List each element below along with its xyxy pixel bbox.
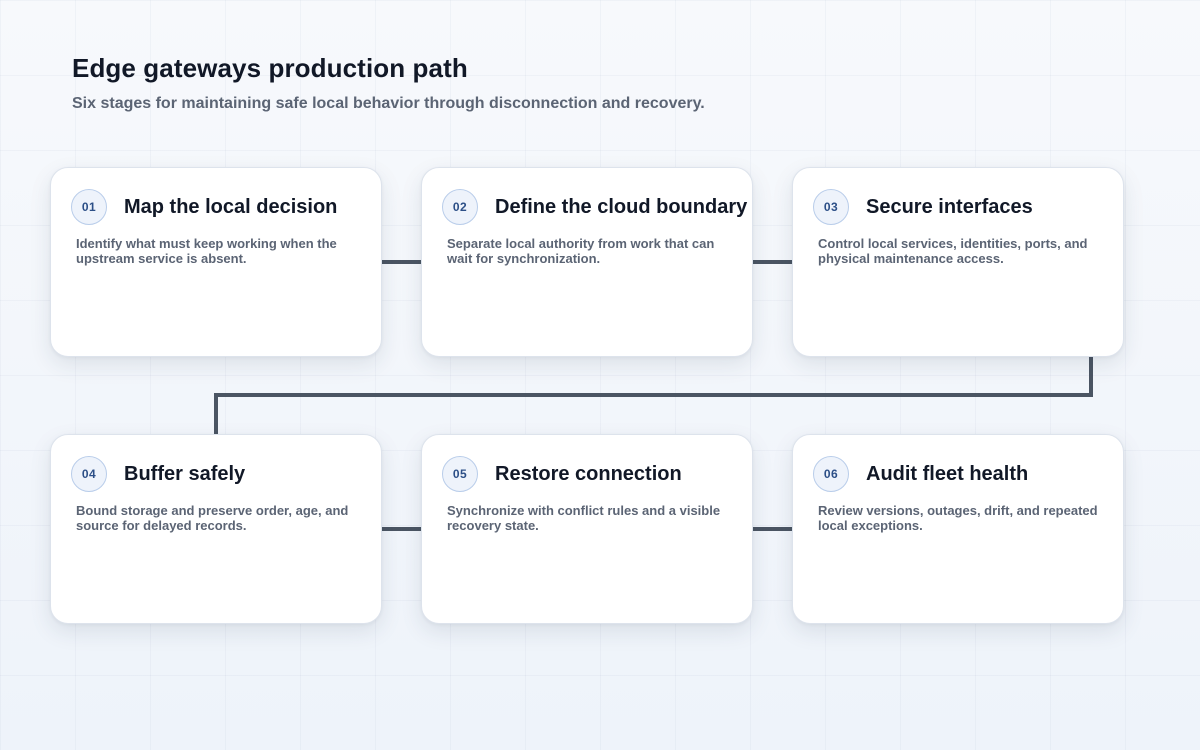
step-number-badge: 04: [71, 456, 107, 492]
stage-card-header: 05 Restore connection: [442, 455, 744, 493]
diagram-header: Edge gateways production path Six stages…: [72, 52, 1152, 114]
stage-description: Bound storage and preserve order, age, a…: [76, 503, 349, 533]
stage-card-header: 04 Buffer safely: [71, 455, 373, 493]
stage-card-header: 03 Secure interfaces: [813, 188, 1115, 226]
stage-card-header: 06 Audit fleet health: [813, 455, 1115, 493]
step-number-badge: 05: [442, 456, 478, 492]
stage-title: Secure interfaces: [866, 196, 1033, 218]
stage-card-01: 01 Map the local decision Identify what …: [50, 167, 382, 357]
connector-03-04: [214, 357, 1093, 434]
step-number-badge: 01: [71, 189, 107, 225]
stage-card-03: 03 Secure interfaces Control local servi…: [792, 167, 1124, 357]
stage-card-04: 04 Buffer safely Bound storage and prese…: [50, 434, 382, 624]
page-subtitle: Six stages for maintaining safe local be…: [72, 95, 705, 112]
stage-title: Define the cloud boundary: [495, 196, 748, 218]
stage-title: Restore connection: [495, 463, 682, 485]
stage-card-header: 01 Map the local decision: [71, 188, 373, 226]
page-title: Edge gateways production path: [72, 53, 468, 83]
stage-description: Synchronize with conflict rules and a vi…: [447, 503, 721, 533]
stage-title: Buffer safely: [124, 463, 246, 485]
stage-description: Control local services, identities, port…: [818, 236, 1088, 266]
step-number-badge: 06: [813, 456, 849, 492]
stage-card-05: 05 Restore connection Synchronize with c…: [421, 434, 753, 624]
step-number-badge: 02: [442, 189, 478, 225]
stage-card-header: 02 Define the cloud boundary: [442, 188, 748, 226]
stage-description: Review versions, outages, drift, and rep…: [818, 503, 1098, 533]
step-number-badge: 03: [813, 189, 849, 225]
stage-title: Map the local decision: [124, 196, 338, 218]
stage-card-06: 06 Audit fleet health Review versions, o…: [792, 434, 1124, 624]
stage-card-02: 02 Define the cloud boundary Separate lo…: [421, 167, 753, 357]
stage-title: Audit fleet health: [866, 463, 1029, 485]
stage-description: Separate local authority from work that …: [447, 236, 715, 266]
stage-description: Identify what must keep working when the…: [76, 236, 337, 266]
